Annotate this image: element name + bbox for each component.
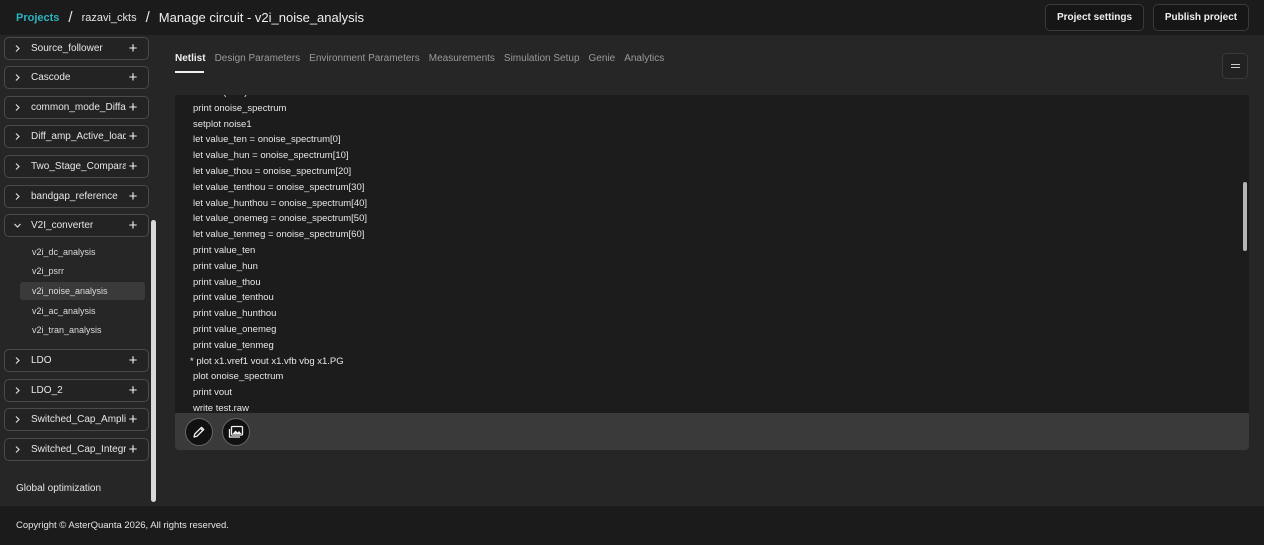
sidebar-item-label: Switched_Cap_Ampli... — [31, 414, 126, 425]
images-icon — [228, 425, 244, 438]
tab-simulation-setup[interactable]: Simulation Setup — [504, 53, 580, 70]
menu-icon[interactable] — [1222, 53, 1248, 79]
chevron-right-icon — [13, 103, 29, 112]
netlist-line: write test.raw — [193, 403, 249, 413]
netlist-editor[interactable]: noise v(vout) v2 dec 10 10 10MEG print on… — [175, 95, 1249, 413]
sidebar-item-two-stage-compara[interactable]: Two_Stage_Compara... + — [4, 155, 149, 178]
netlist-line: setplot noise1 — [193, 118, 252, 130]
sidebar-item-ldo[interactable]: LDO + — [4, 349, 149, 372]
breadcrumb-projects-link[interactable]: Projects — [16, 12, 59, 24]
sidebar-item-v2i-converter[interactable]: V2I_converter + — [4, 214, 149, 237]
editor-scrollbar-thumb[interactable] — [1243, 182, 1247, 251]
netlist-line: print value_ten — [193, 245, 256, 256]
sidebar-item-label: bandgap_reference — [31, 191, 118, 202]
netlist-line: print value_thou — [193, 276, 261, 288]
add-icon[interactable]: + — [126, 129, 140, 144]
add-icon[interactable]: + — [126, 159, 140, 174]
netlist-line: let value_ten = onoise_spectrum[0] — [193, 134, 341, 146]
add-icon[interactable]: + — [126, 442, 140, 457]
sidebar-subitem-v2i-noise-analysis[interactable]: v2i_noise_analysis — [20, 282, 145, 300]
sidebar-scrollbar[interactable] — [151, 220, 156, 502]
sidebar-item-bandgap-reference[interactable]: bandgap_reference + — [4, 185, 149, 208]
add-icon[interactable]: + — [126, 383, 140, 398]
chevron-right-icon — [13, 415, 29, 424]
netlist-line: let value_hunthou = onoise_spectrum[40] — [193, 197, 368, 209]
netlist-line: print value_tenmeg — [193, 339, 274, 351]
edit-button[interactable] — [185, 418, 213, 446]
add-icon[interactable]: + — [126, 189, 140, 204]
tab-genie[interactable]: Genie — [589, 53, 616, 70]
chevron-right-icon — [13, 162, 29, 171]
sidebar-item-ldo-2[interactable]: LDO_2 + — [4, 379, 149, 402]
netlist-line: let value_thou = onoise_spectrum[20] — [193, 166, 352, 177]
sidebar-item-label: Cascode — [31, 72, 71, 83]
sidebar-subitem-v2i-psrr[interactable]: v2i_psrr — [20, 262, 145, 280]
netlist-line: noise v(vout) v2 dec 10 10 10MEG — [193, 95, 339, 99]
netlist-line: let value_hun = onoise_spectrum[10] — [193, 150, 349, 162]
netlist-line: print value_onemeg — [193, 324, 277, 335]
gallery-button[interactable] — [222, 418, 250, 446]
sidebar-item-label: Source_follower — [31, 43, 103, 54]
sidebar-item-source-follower[interactable]: Source_follower + — [4, 37, 149, 60]
sidebar-item-cascode[interactable]: Cascode + — [4, 66, 149, 89]
tab-environment-parameters[interactable]: Environment Parameters — [309, 53, 420, 70]
chevron-right-icon — [13, 132, 29, 141]
sidebar-item-diff-amp-active-load[interactable]: Diff_amp_Active_load + — [4, 125, 149, 148]
tab-analytics[interactable]: Analytics — [624, 53, 664, 70]
pencil-icon — [193, 426, 205, 438]
footer: Copyright © AsterQuanta 2026, All rights… — [0, 506, 1264, 545]
sidebar-item-label: Two_Stage_Compara... — [31, 161, 126, 172]
add-icon[interactable]: + — [126, 412, 140, 427]
breadcrumb: Projects / razavi_ckts / Manage circuit … — [0, 9, 364, 26]
page-title: Manage circuit - v2i_noise_analysis — [158, 10, 365, 25]
netlist-line: let value_tenthou = onoise_spectrum[30] — [193, 181, 365, 193]
tab-design-parameters[interactable]: Design Parameters — [215, 53, 301, 70]
chevron-right-icon — [13, 445, 29, 454]
sidebar-subitem-v2i-tran-analysis[interactable]: v2i_tran_analysis — [20, 321, 145, 339]
top-header: Projects / razavi_ckts / Manage circuit … — [0, 0, 1264, 35]
netlist-line: print value_tenthou — [193, 292, 274, 304]
add-icon[interactable]: + — [126, 218, 140, 233]
sidebar-item-common-mode-diffa[interactable]: common_mode_Diffa... + — [4, 96, 149, 119]
breadcrumb-workspace-link[interactable]: razavi_ckts — [82, 12, 137, 24]
add-icon[interactable]: + — [126, 70, 140, 85]
tab-bar: Netlist Design Parameters Environment Para… — [175, 53, 673, 73]
netlist-line: plot onoise_spectrum — [193, 371, 284, 383]
sidebar-item-switched-cap-ampli[interactable]: Switched_Cap_Ampli... + — [4, 408, 149, 431]
breadcrumb-separator: / — [68, 9, 73, 26]
global-optimization-link[interactable]: Global optimization — [16, 483, 101, 494]
chevron-down-icon — [13, 221, 29, 230]
netlist-line: * plot x1.vref1 vout x1.vfb vbg x1.PG — [190, 355, 344, 367]
sidebar-item-label: LDO — [31, 355, 52, 366]
chevron-right-icon — [13, 386, 29, 395]
chevron-right-icon — [13, 356, 29, 365]
netlist-line: print vout — [193, 387, 233, 399]
chevron-right-icon — [13, 73, 29, 82]
sidebar-subitem-v2i-ac-analysis[interactable]: v2i_ac_analysis — [20, 302, 145, 320]
add-icon[interactable]: + — [126, 100, 140, 115]
sidebar-item-switched-cap-integr[interactable]: Switched_Cap_Integr... + — [4, 438, 149, 461]
chevron-right-icon — [13, 192, 29, 201]
copyright-text: Copyright © AsterQuanta 2026, All rights… — [16, 520, 229, 531]
sidebar-item-label: Switched_Cap_Integr... — [31, 444, 126, 455]
project-settings-button[interactable]: Project settings — [1045, 4, 1144, 31]
publish-project-button[interactable]: Publish project — [1153, 4, 1249, 31]
sidebar-item-label: Diff_amp_Active_load — [31, 131, 126, 142]
breadcrumb-separator: / — [145, 9, 150, 26]
sidebar-item-label: V2I_converter — [31, 220, 94, 231]
sidebar-item-label: common_mode_Diffa... — [31, 102, 126, 113]
tab-measurements[interactable]: Measurements — [429, 53, 495, 70]
tab-netlist[interactable]: Netlist — [175, 53, 206, 73]
sidebar-subitem-v2i-dc-analysis[interactable]: v2i_dc_analysis — [20, 243, 145, 261]
editor-toolbar — [175, 413, 1249, 450]
chevron-right-icon — [13, 44, 29, 53]
add-icon[interactable]: + — [126, 41, 140, 56]
netlist-line: print value_hunthou — [193, 308, 277, 320]
netlist-line: let value_onemeg = onoise_spectrum[50] — [193, 213, 368, 225]
netlist-line: print value_hun — [193, 260, 258, 272]
netlist-line: print onoise_spectrum — [193, 102, 287, 114]
add-icon[interactable]: + — [126, 353, 140, 368]
netlist-line: let value_tenmeg = onoise_spectrum[60] — [193, 229, 365, 241]
sidebar-item-label: LDO_2 — [31, 385, 63, 396]
